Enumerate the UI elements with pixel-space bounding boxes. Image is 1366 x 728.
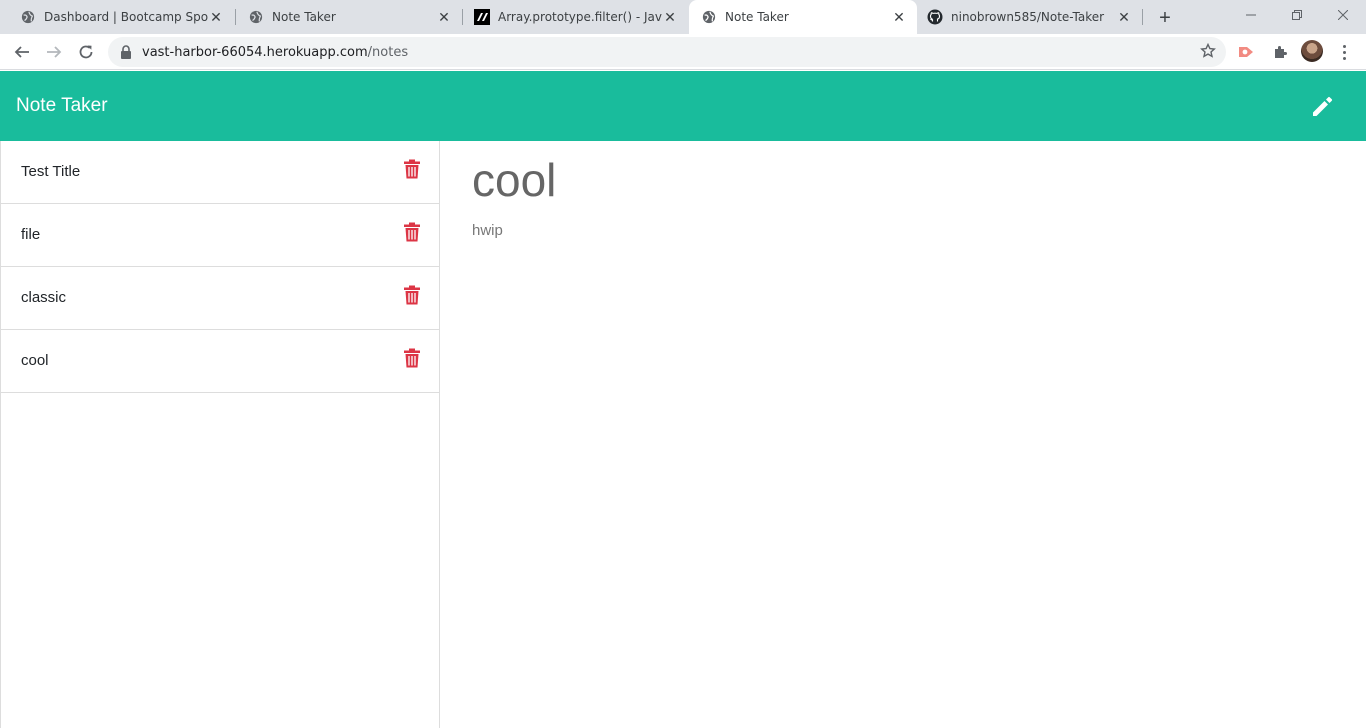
- note-list: Test Title file classic cool: [0, 141, 440, 728]
- tab-title: Note Taker: [272, 10, 336, 24]
- address-bar[interactable]: vast-harbor-66054.herokuapp.com/notes: [108, 37, 1226, 67]
- browser-tab[interactable]: ninobrown585/Note-Taker ✕: [917, 0, 1142, 34]
- close-tab-icon[interactable]: ✕: [208, 9, 224, 25]
- globe-icon: [248, 9, 264, 25]
- minimize-icon[interactable]: [1228, 0, 1274, 30]
- close-tab-icon[interactable]: ✕: [436, 9, 452, 25]
- browser-tab[interactable]: Note Taker ✕: [228, 0, 462, 34]
- note-list-title[interactable]: cool: [21, 352, 49, 369]
- note-list-title[interactable]: file: [21, 226, 40, 243]
- browser-tab[interactable]: Dashboard | Bootcamp Spot ✕: [0, 0, 234, 34]
- github-icon: [927, 9, 943, 25]
- profile-avatar[interactable]: [1301, 40, 1323, 62]
- note-list-item[interactable]: cool: [1, 330, 439, 393]
- tab-title: Note Taker: [725, 10, 789, 24]
- close-tab-icon[interactable]: ✕: [891, 9, 907, 25]
- back-arrow-icon[interactable]: [8, 38, 36, 66]
- note-list-item[interactable]: classic: [1, 267, 439, 330]
- app-title[interactable]: Note Taker: [16, 95, 108, 117]
- close-tab-icon[interactable]: ✕: [1116, 9, 1132, 25]
- browser-tab-active[interactable]: Note Taker ✕: [689, 0, 917, 34]
- tab-title: ninobrown585/Note-Taker: [951, 10, 1105, 24]
- restore-icon[interactable]: [1274, 0, 1320, 30]
- globe-icon: [701, 9, 717, 25]
- browser-tabstrip: Dashboard | Bootcamp Spot ✕ Note Taker ✕…: [0, 0, 1366, 34]
- note-list-item[interactable]: file: [1, 204, 439, 267]
- forward-arrow-icon[interactable]: [40, 38, 68, 66]
- browser-toolbar: vast-harbor-66054.herokuapp.com/notes: [0, 34, 1366, 70]
- extension-record-icon[interactable]: [1237, 42, 1257, 62]
- extensions-puzzle-icon[interactable]: [1270, 42, 1290, 62]
- lock-icon: [120, 45, 132, 64]
- browser-menu-icon[interactable]: [1336, 42, 1352, 62]
- delete-trash-icon[interactable]: [403, 285, 421, 305]
- note-list-item[interactable]: Test Title: [1, 141, 439, 204]
- close-window-icon[interactable]: [1320, 0, 1366, 30]
- close-tab-icon[interactable]: ✕: [662, 9, 678, 25]
- mdn-icon: [474, 9, 490, 25]
- note-list-title[interactable]: Test Title: [21, 163, 80, 180]
- note-title-field[interactable]: cool: [472, 150, 556, 210]
- note-viewer: cool hwip: [472, 150, 556, 239]
- browser-tab[interactable]: Array.prototype.filter() - JavaSc ✕: [454, 0, 688, 34]
- note-list-title[interactable]: classic: [21, 289, 66, 306]
- tab-title: Array.prototype.filter() - JavaSc: [498, 10, 662, 24]
- delete-trash-icon[interactable]: [403, 222, 421, 242]
- delete-trash-icon[interactable]: [403, 348, 421, 368]
- bookmark-star-icon[interactable]: [1200, 42, 1216, 64]
- globe-icon: [20, 9, 36, 25]
- url-text: vast-harbor-66054.herokuapp.com/notes: [142, 45, 409, 60]
- reload-icon[interactable]: [72, 38, 100, 66]
- tab-title: Dashboard | Bootcamp Spot: [44, 10, 208, 24]
- delete-trash-icon[interactable]: [403, 159, 421, 179]
- note-text-field[interactable]: hwip: [472, 222, 556, 239]
- app-navbar: Note Taker: [0, 71, 1366, 141]
- new-note-pencil-icon[interactable]: [1309, 92, 1337, 120]
- new-tab-button[interactable]: +: [1154, 7, 1176, 29]
